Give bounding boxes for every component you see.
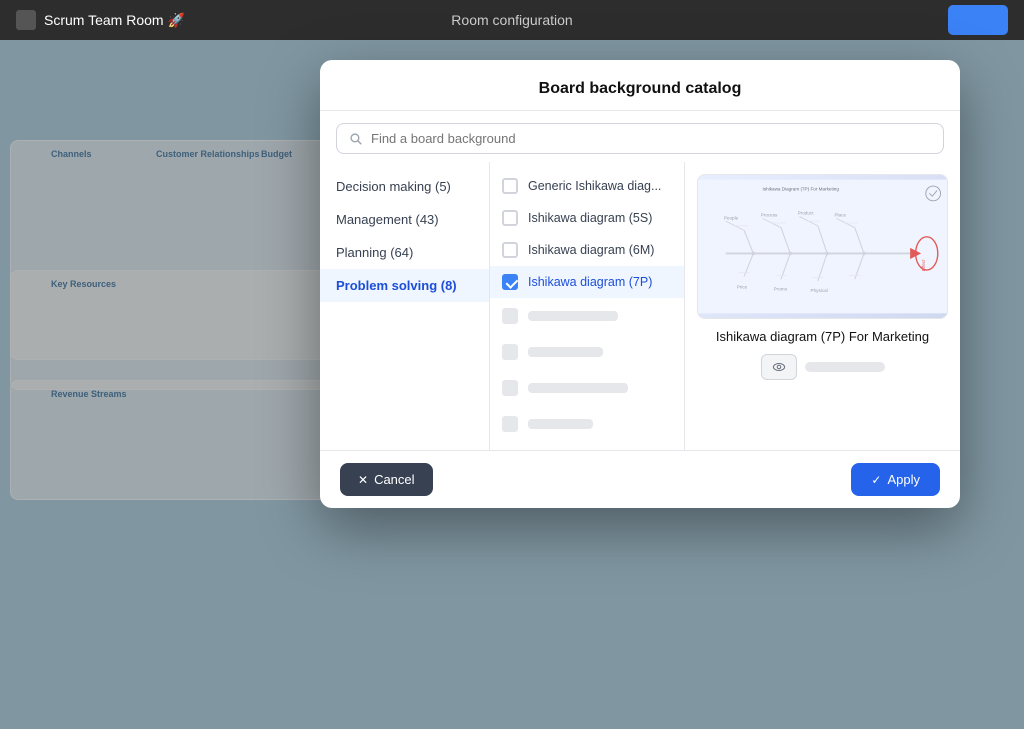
skeleton-row-1	[490, 298, 684, 334]
categories-panel: Decision making (5) Management (43) Plan…	[320, 162, 490, 450]
svg-text:Process: Process	[761, 213, 778, 218]
skeleton-text-3	[528, 383, 628, 393]
bg-item-label-2: Ishikawa diagram (6M)	[528, 243, 672, 257]
dialog-body: Decision making (5) Management (43) Plan…	[320, 162, 960, 450]
svg-text:Ishikawa Diagram (7P) For Mark: Ishikawa Diagram (7P) For Marketing	[763, 187, 840, 192]
svg-text:People: People	[724, 215, 739, 220]
search-box[interactable]	[336, 123, 944, 154]
eye-icon	[772, 360, 786, 374]
preview-title: Ishikawa diagram (7P) For Marketing	[716, 329, 929, 344]
bg-item-checkbox-1[interactable]	[502, 210, 518, 226]
category-management[interactable]: Management (43)	[320, 203, 489, 236]
cancel-icon: ✕	[358, 473, 368, 487]
preview-action-bar	[805, 362, 885, 372]
skeleton-check-4	[502, 416, 518, 432]
search-input[interactable]	[371, 131, 931, 146]
svg-text:Promo: Promo	[774, 286, 788, 291]
skeleton-check-1	[502, 308, 518, 324]
bg-item-label-1: Ishikawa diagram (5S)	[528, 211, 672, 225]
dialog-header: Board background catalog	[320, 60, 960, 111]
svg-text:Price: Price	[737, 284, 748, 289]
bg-item-ishikawa-6m[interactable]: Ishikawa diagram (6M)	[490, 234, 684, 266]
skeleton-row-2	[490, 334, 684, 370]
apply-button[interactable]: ✓ Apply	[851, 463, 940, 496]
dialog-title: Board background catalog	[344, 80, 936, 98]
skeleton-text-1	[528, 311, 618, 321]
cancel-button[interactable]: ✕ Cancel	[340, 463, 433, 496]
skeleton-text-4	[528, 419, 593, 429]
bg-items-list: Generic Ishikawa diag... Ishikawa diagra…	[490, 162, 685, 450]
bg-item-ishikawa-5s[interactable]: Ishikawa diagram (5S)	[490, 202, 684, 234]
svg-text:Place: Place	[834, 213, 846, 218]
bg-item-checkbox-0[interactable]	[502, 178, 518, 194]
skeleton-row-3	[490, 370, 684, 406]
svg-text:Physical: Physical	[811, 288, 828, 293]
app-title: Scrum Team Room 🚀	[44, 12, 185, 29]
apply-check-icon: ✓	[871, 473, 881, 487]
skeleton-row-4	[490, 406, 684, 442]
skeleton-check-2	[502, 344, 518, 360]
category-problem-solving[interactable]: Problem solving (8)	[320, 269, 489, 302]
board-background-dialog: Board background catalog Decision making…	[320, 60, 960, 508]
svg-text:Product: Product	[798, 211, 815, 216]
preview-action-area	[761, 354, 885, 380]
bg-item-label-3: Ishikawa diagram (7P)	[528, 275, 672, 289]
ishikawa-diagram-svg: Ishikawa Diagram (7P) For Marketing	[698, 175, 947, 318]
bg-item-generic-ishikawa[interactable]: Generic Ishikawa diag...	[490, 170, 684, 202]
skeleton-check-3	[502, 380, 518, 396]
cancel-label: Cancel	[374, 472, 414, 487]
dialog-search-area	[320, 111, 960, 162]
preview-img-inner: Ishikawa Diagram (7P) For Marketing	[698, 175, 947, 318]
svg-text:Effect: Effect	[921, 259, 926, 271]
category-planning[interactable]: Planning (64)	[320, 236, 489, 269]
category-decision-making[interactable]: Decision making (5)	[320, 170, 489, 203]
preview-image: Ishikawa Diagram (7P) For Marketing	[697, 174, 948, 319]
titlebar-action-button[interactable]	[948, 5, 1008, 35]
skeleton-text-2	[528, 347, 603, 357]
page-title: Room configuration	[451, 12, 572, 28]
bg-item-label-0: Generic Ishikawa diag...	[528, 179, 672, 193]
app-icon	[16, 10, 36, 30]
bg-item-checkbox-3[interactable]	[502, 274, 518, 290]
bg-item-checkbox-2[interactable]	[502, 242, 518, 258]
bg-preview-panel: Ishikawa Diagram (7P) For Marketing	[685, 162, 960, 450]
preview-view-button[interactable]	[761, 354, 797, 380]
apply-label: Apply	[887, 472, 920, 487]
title-bar: Scrum Team Room 🚀 Room configuration	[0, 0, 1024, 40]
dialog-footer: ✕ Cancel ✓ Apply	[320, 450, 960, 508]
search-icon	[349, 132, 363, 146]
bg-item-ishikawa-7p[interactable]: Ishikawa diagram (7P)	[490, 266, 684, 298]
title-bar-left: Scrum Team Room 🚀	[16, 10, 185, 30]
